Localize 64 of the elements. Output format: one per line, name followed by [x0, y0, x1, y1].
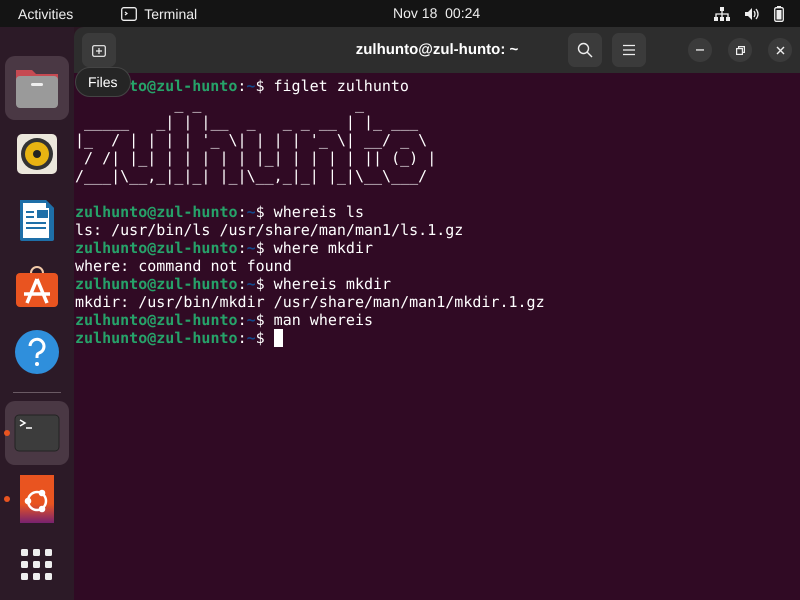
prompt-symbol: $ — [256, 311, 265, 329]
prompt-user: zulhunto@zul-hunto — [75, 275, 238, 293]
prompt-symbol: $ — [255, 77, 264, 95]
prompt-user: zulhunto@zul-hunto — [75, 239, 238, 257]
output-text: _ _ _ — [173, 95, 364, 113]
prompt-colon: : — [237, 77, 246, 95]
prompt-user: zulhunto@zul-hunto — [75, 329, 238, 347]
prompt-user: zulhunto@zul-hunto — [75, 203, 238, 221]
close-icon[interactable] — [776, 46, 784, 54]
command-text: man whereis — [272, 311, 374, 329]
restore-icon[interactable] — [736, 46, 744, 54]
minimize-icon[interactable] — [696, 49, 704, 51]
menu-icon[interactable] — [622, 44, 636, 56]
prompt-path: ~ — [246, 275, 256, 293]
output-text: /___|\__,_|_|_| |_|\__,_|_| |_|\__\___/ — [75, 167, 428, 185]
prompt-path: ~ — [246, 329, 256, 347]
output-text: / /| |_| | | | | | |_| | | | | || (_) | — [83, 149, 436, 167]
terminal-icon — [121, 6, 138, 20]
tooltip: Files — [75, 67, 131, 97]
command-text: whereis ls — [272, 203, 364, 221]
maximize-button[interactable] — [728, 38, 752, 62]
new-tab-button[interactable] — [82, 33, 116, 67]
ubuntu-logo-icon[interactable] — [20, 475, 54, 523]
search-icon[interactable] — [577, 42, 593, 58]
menu-button[interactable] — [612, 33, 646, 67]
new-tab-icon[interactable] — [92, 43, 106, 57]
output-text: mkdir: /usr/bin/mkdir /usr/share/man/man1/mkdir.1.gz — [75, 293, 545, 311]
prompt-colon: : — [238, 239, 247, 257]
battery-icon[interactable] — [774, 6, 784, 22]
activities-button[interactable]: Activities — [18, 6, 74, 22]
output-text: ls: /usr/bin/ls /usr/share/man/man1/ls.1.gz — [75, 221, 464, 239]
prompt-symbol: $ — [256, 203, 265, 221]
speaker-icon[interactable] — [15, 132, 59, 176]
app-menu-label[interactable]: Terminal — [144, 6, 198, 22]
output-text: |_ / | | | | '_ \| | | | '_ \| __/ _ \ — [75, 131, 428, 149]
prompt-user: to@zul-hunto — [129, 77, 238, 95]
prompt-symbol: $ — [256, 275, 265, 293]
prompt-colon: : — [238, 311, 247, 329]
app-grid-icon[interactable] — [21, 549, 53, 581]
prompt-path: ~ — [246, 203, 256, 221]
command-text: whereis mkdir — [272, 275, 392, 293]
document-icon[interactable] — [17, 197, 57, 243]
close-button[interactable] — [768, 38, 792, 62]
minimize-button[interactable] — [688, 38, 712, 62]
clock[interactable]: Nov 18 00:24 — [393, 5, 480, 21]
network-icon[interactable] — [714, 6, 730, 20]
prompt-colon: : — [238, 275, 247, 293]
command-text: where mkdir — [272, 239, 374, 257]
prompt-symbol: $ — [256, 329, 265, 347]
prompt-path: ~ — [246, 77, 256, 95]
output-text: where: command not found — [75, 257, 292, 275]
volume-icon[interactable] — [744, 6, 760, 20]
prompt-colon: : — [238, 329, 247, 347]
shopping-bag-icon[interactable] — [14, 263, 60, 309]
output-text: _____ _| | |__ _ _ _ __ | |_ ___ — [83, 113, 418, 131]
prompt-symbol: $ — [256, 239, 265, 257]
prompt-colon: : — [238, 203, 247, 221]
window-title: zulhunto@zul-hunto: ~ — [356, 41, 518, 58]
prompt-path: ~ — [246, 239, 256, 257]
command-text: figlet zulhunto — [272, 77, 409, 95]
prompt-user: zulhunto@zul-hunto — [75, 311, 238, 329]
help-icon[interactable] — [14, 329, 60, 375]
search-button[interactable] — [568, 33, 602, 67]
prompt-path: ~ — [246, 311, 256, 329]
